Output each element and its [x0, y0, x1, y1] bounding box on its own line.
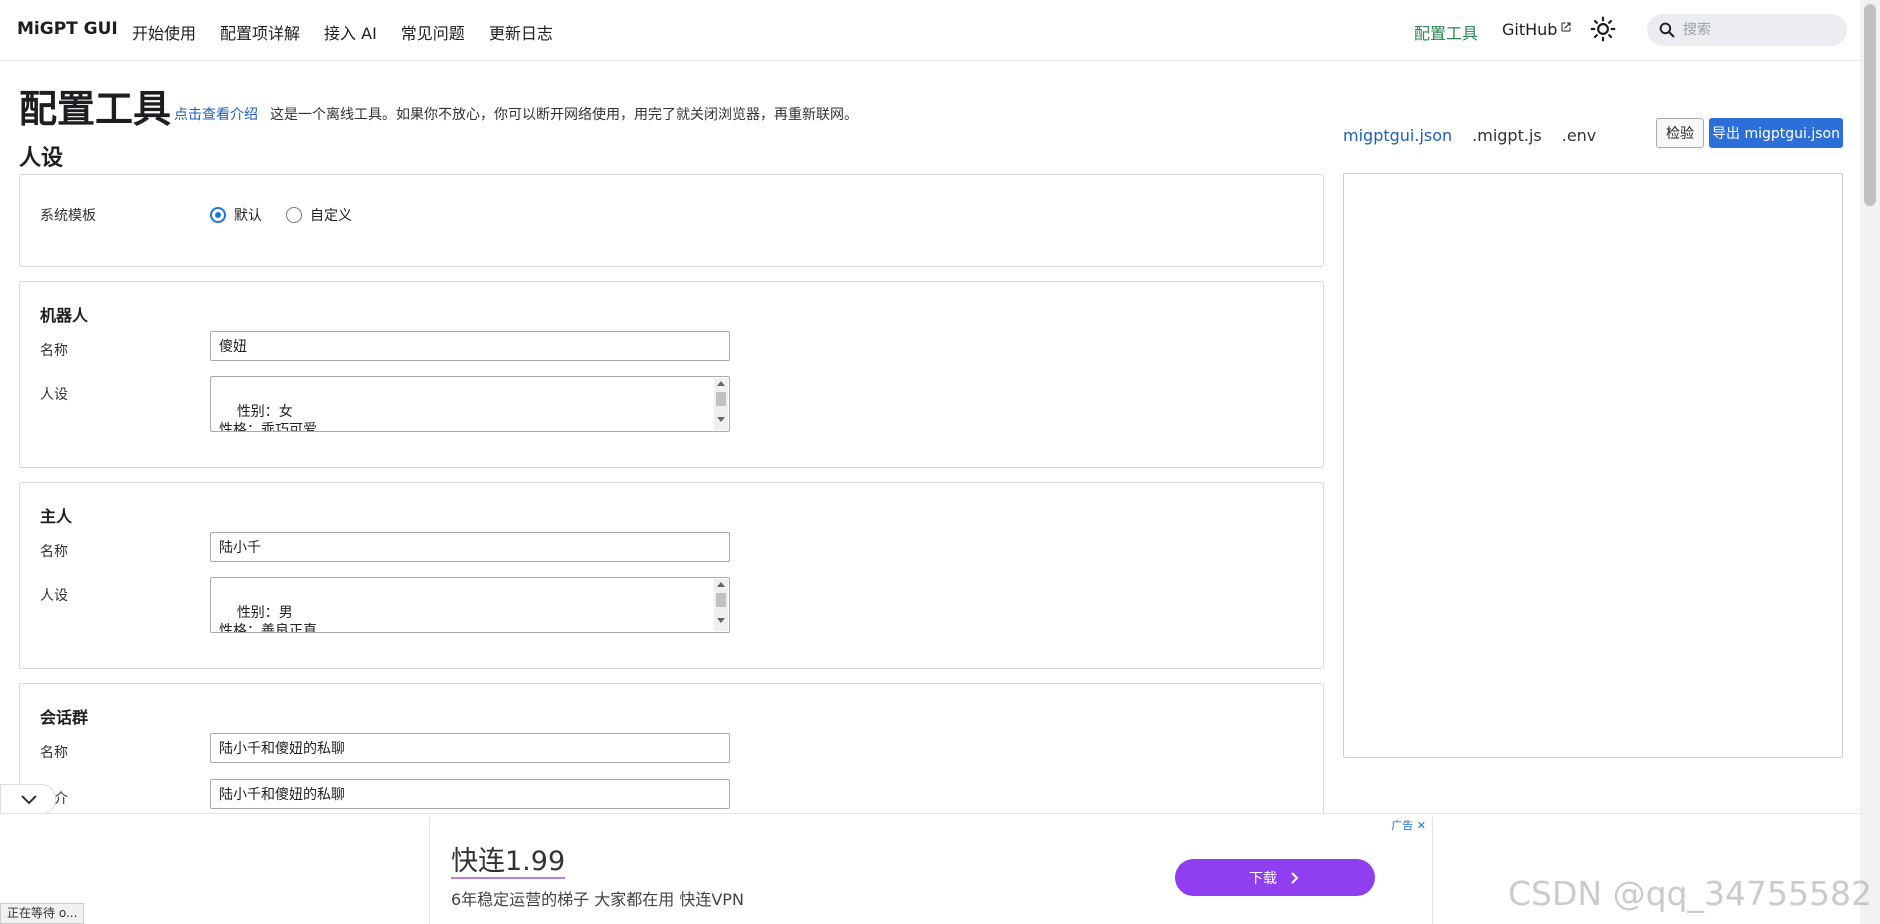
ad-banner[interactable]: 广告 ✕ 快连1.99 6年稳定运营的梯子 大家都在用 快连VPN 下载	[429, 817, 1433, 924]
nav-item-config-details[interactable]: 配置项详解	[220, 20, 300, 44]
radio-custom[interactable]	[286, 207, 302, 223]
nav-item-changelog[interactable]: 更新日志	[489, 20, 553, 44]
master-profile-label: 人设	[40, 588, 68, 604]
bot-profile-text: 性别：女 性格：乖巧可爱 爱好：喜欢搞怪，爱吃醋	[219, 404, 317, 432]
textarea-scrollbar[interactable]	[714, 378, 728, 430]
room-name-label: 名称	[40, 745, 68, 761]
search-box[interactable]	[1647, 14, 1847, 46]
master-name-input[interactable]	[210, 532, 730, 562]
top-navbar: MiGPT GUI 开始使用 配置项详解 接入 AI 常见问题 更新日志 配置工…	[0, 0, 1860, 61]
system-template-radio-group: 默认 自定义	[210, 205, 376, 225]
nav-item-config-tool[interactable]: 配置工具	[1414, 20, 1478, 44]
close-icon[interactable]: ✕	[1417, 819, 1426, 832]
page-title: 配置工具	[19, 87, 172, 131]
brand-logo[interactable]: MiGPT GUI	[17, 19, 118, 39]
radio-default[interactable]	[210, 207, 226, 223]
browser-status-bar: 正在等待 o...	[0, 903, 85, 924]
bot-card: 机器人 名称 人设 性别：女 性格：乖巧可爱 爱好：喜欢搞怪，爱吃醋	[19, 281, 1324, 468]
bot-name-label: 名称	[40, 343, 68, 359]
search-input[interactable]	[1683, 22, 1833, 38]
nav-item-getting-started[interactable]: 开始使用	[132, 20, 196, 44]
bot-name-input[interactable]	[210, 331, 730, 361]
nav-item-connect-ai[interactable]: 接入 AI	[324, 20, 377, 44]
master-card: 主人 名称 人设 性别：男 性格：善良正直 其他：总是舍己为人，是傻妞的主人	[19, 482, 1324, 669]
section-title-persona: 人设	[19, 146, 64, 171]
master-name-label: 名称	[40, 544, 68, 560]
chevron-right-icon	[1291, 871, 1299, 884]
nav-links: 开始使用 配置项详解 接入 AI 常见问题 更新日志	[132, 20, 577, 44]
scrollbar-thumb[interactable]	[1864, 4, 1876, 206]
ad-tag[interactable]: 广告 ✕	[1391, 817, 1426, 833]
master-card-title: 主人	[40, 507, 73, 526]
system-template-card: 系统模板 默认 自定义	[19, 174, 1324, 267]
page-scrollbar[interactable]	[1860, 0, 1880, 924]
bot-card-title: 机器人	[40, 306, 89, 325]
config-preview-editor[interactable]	[1343, 173, 1843, 758]
external-link-icon	[1561, 22, 1571, 32]
room-desc-input[interactable]	[210, 779, 730, 809]
master-profile-text: 性别：男 性格：善良正直 其他：总是舍己为人，是傻妞的主人	[219, 605, 317, 633]
room-name-input[interactable]	[210, 733, 730, 763]
tab-migptgui-json[interactable]: migptgui.json	[1343, 126, 1452, 145]
textarea-scrollbar[interactable]	[714, 579, 728, 631]
ad-download-button[interactable]: 下载	[1175, 859, 1375, 896]
config-format-tabs: migptgui.json .migpt.js .env	[1343, 126, 1616, 145]
nav-item-github[interactable]: GitHub	[1502, 20, 1572, 39]
master-profile-textarea[interactable]: 性别：男 性格：善良正直 其他：总是舍己为人，是傻妞的主人	[210, 577, 730, 633]
check-button[interactable]: 检验	[1656, 118, 1704, 148]
system-template-label: 系统模板	[40, 208, 96, 224]
sun-icon[interactable]	[1590, 16, 1616, 42]
room-card-title: 会话群	[40, 708, 89, 727]
radio-default-label[interactable]: 默认	[234, 205, 262, 225]
csdn-watermark: CSDN @qq_34755582	[1508, 874, 1872, 913]
radio-custom-label[interactable]: 自定义	[310, 205, 352, 225]
intro-text: 这是一个离线工具。如果你不放心，你可以断开网络使用，用完了就关闭浏览器，再重新联…	[270, 107, 858, 123]
collapse-ad-button[interactable]	[0, 784, 56, 814]
tab-env[interactable]: .env	[1562, 126, 1597, 145]
bot-profile-label: 人设	[40, 387, 68, 403]
ad-title[interactable]: 快连1.99	[451, 847, 566, 879]
nav-item-faq[interactable]: 常见问题	[401, 20, 465, 44]
export-button[interactable]: 导出 migptgui.json	[1709, 118, 1843, 148]
github-label: GitHub	[1502, 20, 1558, 39]
tab-migpt-js[interactable]: .migpt.js	[1472, 126, 1542, 145]
bot-profile-textarea[interactable]: 性别：女 性格：乖巧可爱 爱好：喜欢搞怪，爱吃醋	[210, 376, 730, 432]
chevron-down-icon	[21, 795, 37, 805]
ad-download-label: 下载	[1249, 870, 1277, 887]
ad-subtitle: 6年稳定运营的梯子 大家都在用 快连VPN	[451, 890, 744, 909]
ad-tag-label: 广告	[1391, 819, 1414, 832]
intro-link[interactable]: 点击查看介绍	[174, 104, 258, 124]
search-icon	[1659, 22, 1675, 38]
